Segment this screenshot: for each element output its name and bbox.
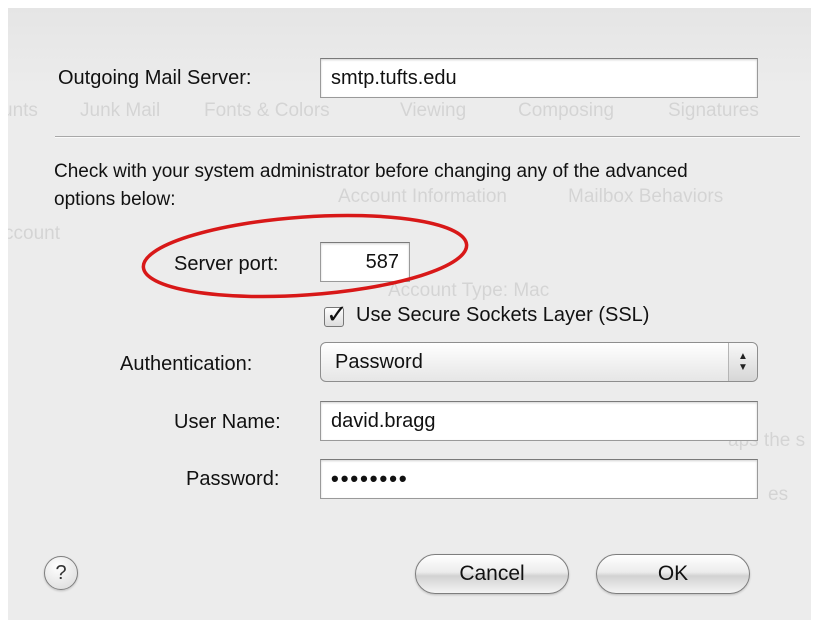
advanced-options-note: Check with your system administrator bef… [54, 161, 688, 210]
outgoing-server-field[interactable]: smtp.tufts.edu [320, 58, 758, 98]
authentication-value: Password [335, 351, 423, 373]
username-label: User Name: [174, 411, 281, 433]
up-down-arrows-icon: ▲ ▼ [728, 343, 757, 381]
help-button[interactable]: ? [44, 556, 78, 590]
bg-toolbar-item: Viewing [400, 100, 467, 121]
outgoing-server-label: Outgoing Mail Server: [58, 67, 252, 89]
bg-toolbar-item: Junk Mail [80, 100, 161, 121]
authentication-label: Authentication: [120, 353, 253, 375]
bg-toolbar-item: Composing [518, 100, 615, 121]
bg-toolbar-item: Signatures [668, 100, 759, 121]
ssl-checkbox[interactable]: ✓ [324, 299, 348, 329]
checkmark-icon: ✓ [326, 299, 348, 329]
bg-account-label: ccount [8, 223, 60, 244]
cancel-button[interactable]: Cancel [415, 554, 569, 594]
password-label: Password: [186, 468, 280, 490]
authentication-popup[interactable]: Password ▲ ▼ [320, 342, 758, 382]
password-field[interactable]: •••••••• [320, 459, 758, 499]
server-port-label: Server port: [174, 253, 279, 275]
bg-toolbar-item: Fonts & Colors [204, 100, 330, 121]
bg-account-type: Account Type: Mac [388, 280, 550, 301]
smtp-server-options-sheet: unts Junk Mail Fonts & Colors Viewing Co… [8, 8, 811, 620]
bg-toolbar-item: unts [8, 100, 38, 121]
server-port-field[interactable]: 587 [320, 242, 410, 282]
section-divider [55, 136, 800, 138]
ok-button[interactable]: OK [596, 554, 750, 594]
username-field[interactable]: david.bragg [320, 401, 758, 441]
ssl-label[interactable]: Use Secure Sockets Layer (SSL) [356, 304, 649, 327]
bg-fragment: es [768, 484, 789, 505]
